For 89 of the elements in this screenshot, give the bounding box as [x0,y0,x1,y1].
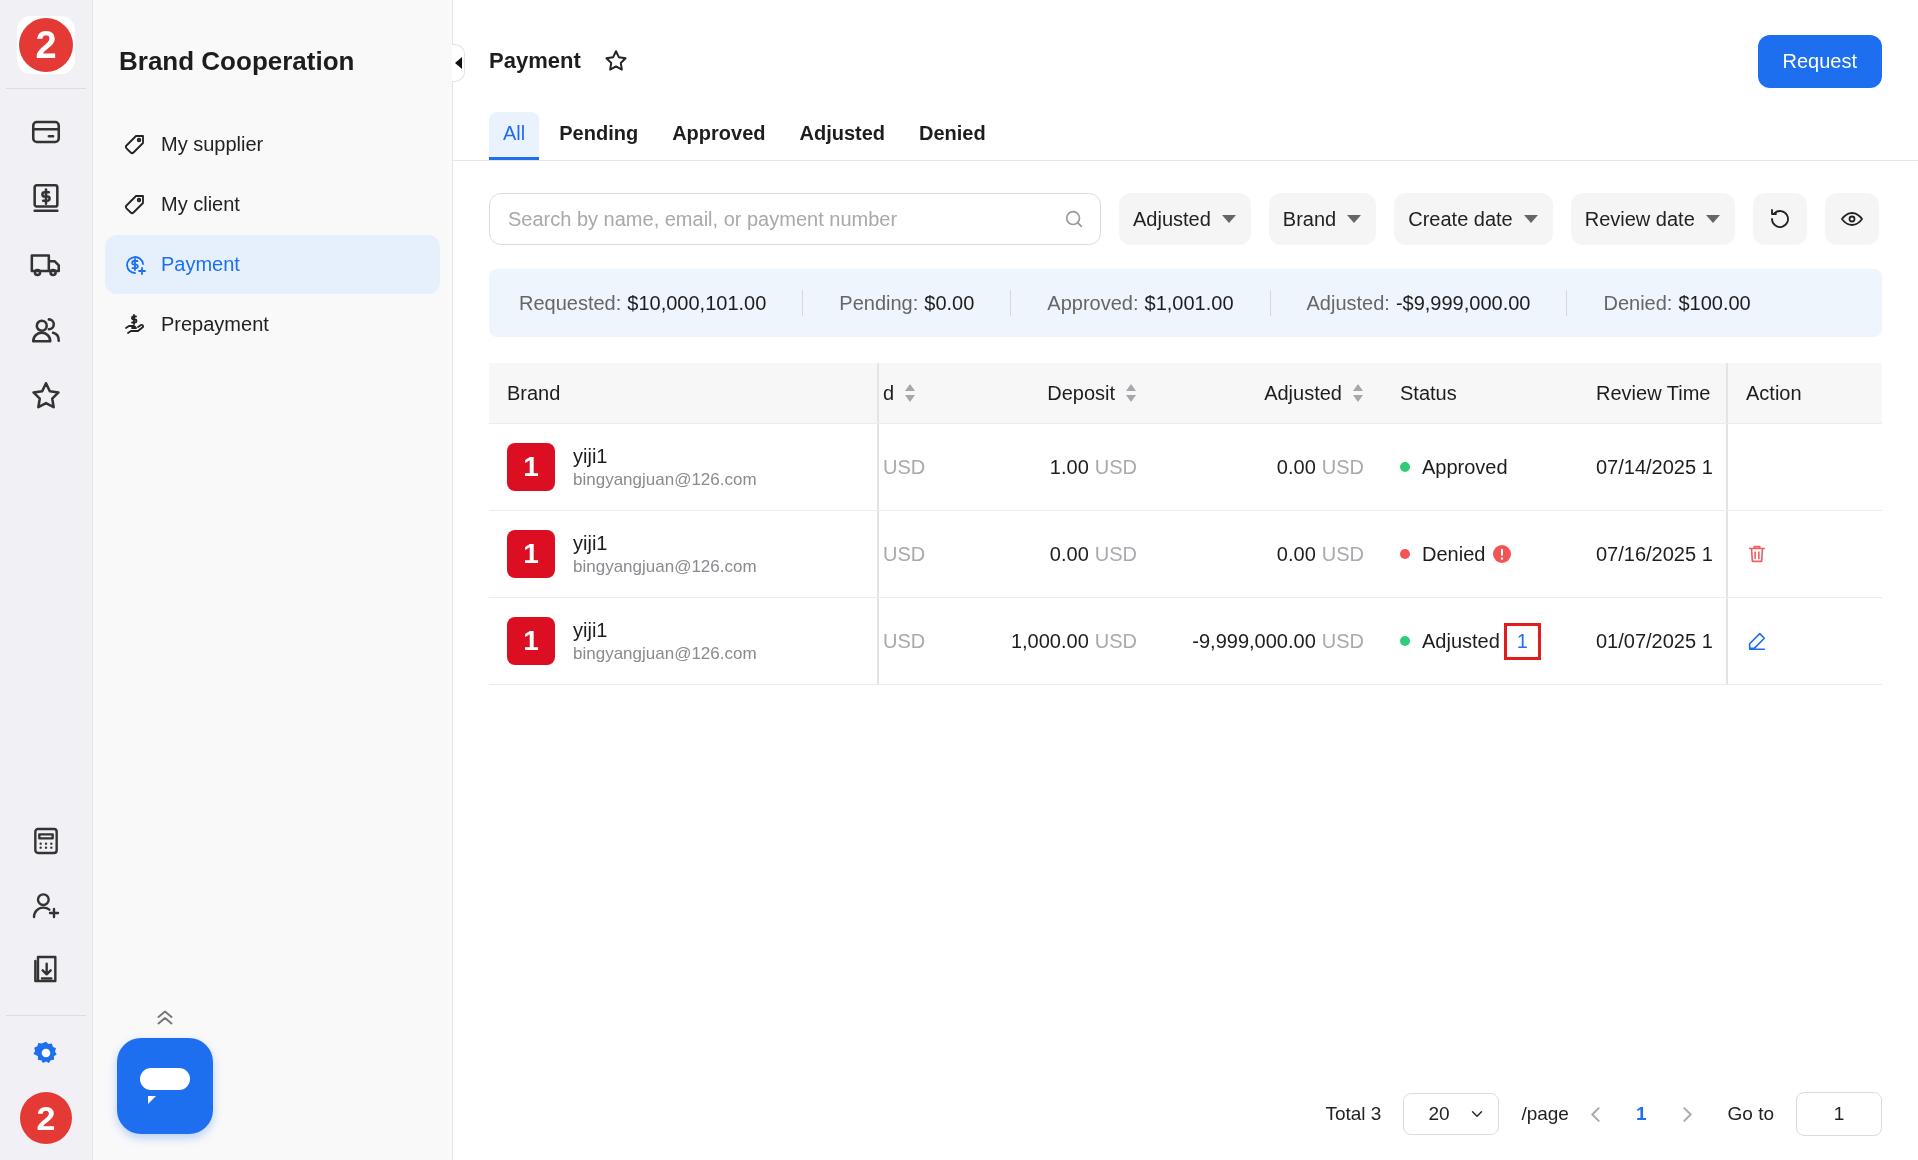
status-text: Adjusted [1422,629,1500,653]
review-time: 07/16/2025 1 [1596,542,1713,566]
tab[interactable]: Approved [658,112,780,160]
brand-name: yiji1 [573,444,609,468]
tag-icon [123,192,147,217]
summary-label: Approved: [1047,291,1139,315]
caret-icon [1346,214,1363,224]
user-avatar[interactable]: 2 [20,1092,72,1144]
caret-icon [1522,214,1539,224]
brand-email: bingyangjuan@126.com [573,469,757,490]
settings-icon[interactable] [33,1040,59,1066]
edit-icon [1746,630,1768,652]
collapse-handle[interactable] [452,44,465,82]
summary-value: $0.00 [924,291,975,315]
summary-value: $100.00 [1678,291,1751,315]
chat-button[interactable] [117,1038,213,1134]
sidebar-item[interactable]: My supplier [105,115,440,174]
review-time: 01/07/2025 1 [1596,629,1713,653]
sidebar-item[interactable]: My client [105,175,440,234]
summary-value: -$9,999,000.00 [1395,291,1531,315]
brand-email: bingyangjuan@126.com [573,643,757,664]
tab[interactable]: Adjusted [785,112,900,160]
page-title: Payment [489,48,581,74]
page-size-select[interactable]: 20 [1403,1093,1500,1135]
search-icon [1063,208,1085,230]
summary-label: Denied: [1603,291,1673,315]
deposit-amount: 1,000.00 [1010,629,1089,653]
summary-value: $10,000,101.00 [627,291,767,315]
filter-dropdown[interactable]: Create date [1394,193,1553,245]
brand-logo: 1 [507,443,555,491]
currency-text: USD [1321,629,1364,653]
tab[interactable]: Pending [545,112,653,160]
status-text: Denied [1422,542,1486,566]
column-header: Action [1726,363,1882,423]
review-time: 07/14/2025 1 [1596,455,1713,479]
tag-icon [123,132,147,157]
chevron-left-icon [1590,1106,1600,1122]
filter-dropdown[interactable]: Review date [1570,193,1735,245]
page-number[interactable]: 1 [1621,1103,1661,1125]
adjusted-amount: 0.00 [1276,455,1316,479]
summary-label: Requested: [519,291,622,315]
currency-text: USD [883,455,926,479]
tab[interactable]: All [489,112,540,160]
currency-text: USD [883,629,926,653]
column-header: Status [1399,380,1458,406]
filter-dropdown[interactable]: Brand [1268,193,1377,245]
goto-field[interactable]: 1 [1796,1092,1882,1136]
deposit-amount: 0.00 [1049,542,1089,566]
reset-button[interactable] [1752,193,1807,245]
per-page-label: /page [1521,1103,1569,1125]
status-text: Approved [1422,455,1508,479]
hand-dollar-icon [123,312,147,337]
summary-label: Adjusted: [1306,291,1390,315]
summary-label: Pending: [839,291,919,315]
summary-value: $1,001.00 [1144,291,1234,315]
search-field[interactable]: Search by name, email, or payment number [489,193,1101,245]
brand-name: yiji1 [573,531,609,555]
column-header: Review Time [1595,380,1712,406]
currency-text: USD [1321,455,1364,479]
currency-text: USD [1094,455,1137,479]
adjustment-count-link[interactable]: 1 [1503,622,1541,660]
column-header: Deposit [943,363,1155,423]
adjusted-amount: -9,999,000.00 [1192,629,1316,653]
caret-icon [1220,214,1237,224]
total-count: Total 3 [1325,1103,1382,1125]
request-button[interactable]: Request [1757,34,1882,88]
sidebar-item[interactable]: Payment [105,235,440,294]
brand-email: bingyangjuan@126.com [573,556,757,577]
sidebar-item[interactable]: Prepayment [105,295,440,354]
brand-logo: 1 [507,617,555,665]
chevron-right-icon [1682,1106,1692,1122]
view-button[interactable] [1824,193,1879,245]
column-header: d [879,363,943,423]
column-header: Adjusted [1155,363,1382,423]
brand-name: yiji1 [573,618,609,642]
tab[interactable]: Denied [905,112,1000,160]
goto-label: Go to [1727,1103,1774,1125]
caret-icon [1704,214,1721,224]
deposit-amount: 1.00 [1049,455,1089,479]
adjusted-amount: 0.00 [1276,542,1316,566]
currency-text: USD [1094,542,1137,566]
sidebar-title: Brand Cooperation [119,46,356,77]
trash-icon [1746,543,1768,565]
filter-dropdown[interactable]: Adjusted [1119,193,1251,245]
currency-text: USD [883,542,926,566]
currency-text: USD [1321,542,1364,566]
currency-text: USD [1094,629,1137,653]
app-logo[interactable]: 2 [19,18,73,72]
brand-logo: 1 [507,530,555,578]
